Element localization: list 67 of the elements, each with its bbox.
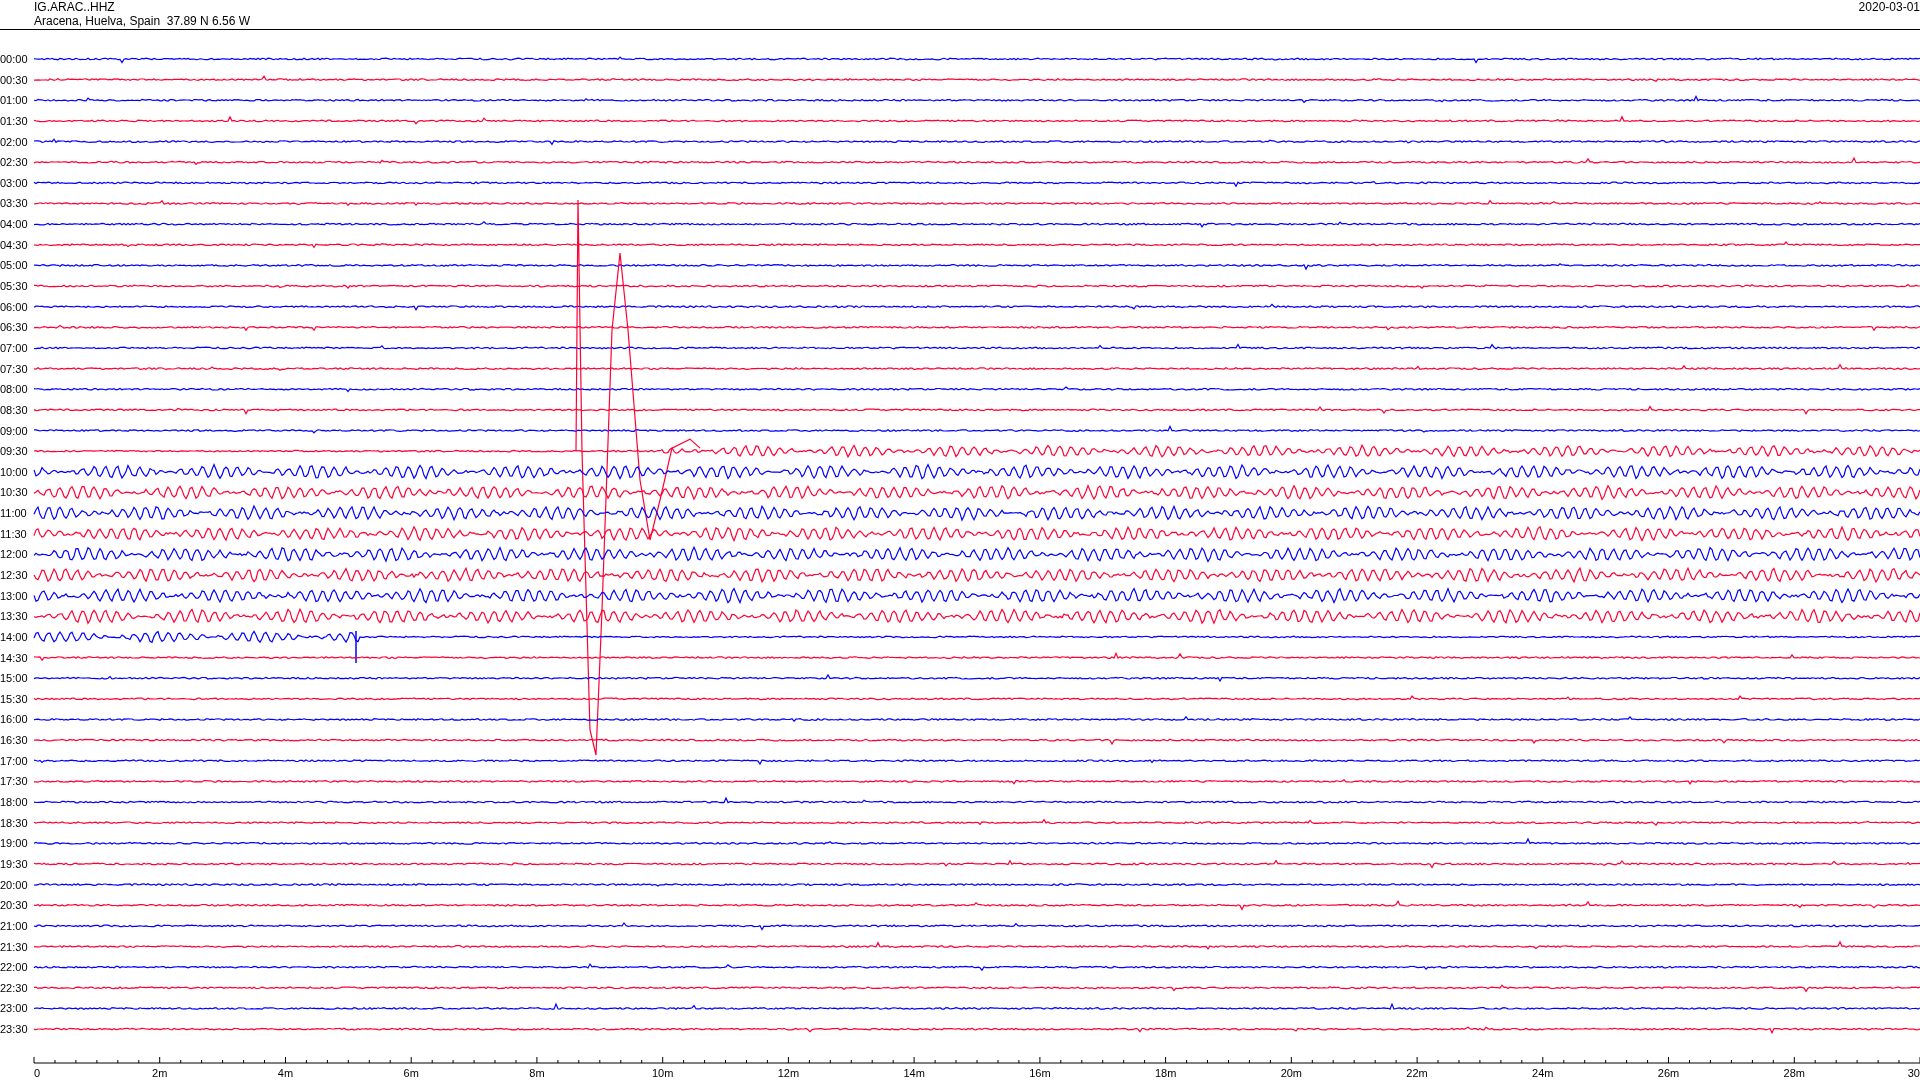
time-label: 14:00 [0, 630, 28, 643]
time-label: 23:00 [0, 1002, 28, 1015]
time-label: 15:00 [0, 672, 28, 685]
time-label: 21:30 [0, 940, 28, 953]
time-label: 08:30 [0, 403, 28, 416]
axis-label: 20m [1280, 1067, 1303, 1078]
time-label: 09:30 [0, 445, 28, 458]
time-label: 19:00 [0, 837, 28, 850]
axis-label: 0 [34, 1067, 41, 1078]
time-label: 18:30 [0, 816, 28, 829]
axis-label: 30 [1907, 1067, 1920, 1078]
time-label: 12:30 [0, 569, 28, 581]
time-label: 00:00 [0, 53, 28, 65]
axis-label: 22m [1406, 1067, 1428, 1078]
axis-label: 14m [903, 1067, 925, 1078]
time-label: 16:00 [0, 713, 28, 726]
plot-date: 2020-03-01 [1858, 0, 1920, 14]
time-label: 21:00 [0, 919, 28, 932]
time-label: 00:30 [0, 73, 28, 86]
axis-label: 16m [1029, 1067, 1051, 1078]
time-label: 11:30 [0, 527, 27, 540]
time-label: 02:00 [0, 135, 28, 148]
time-label: 10:30 [0, 486, 28, 499]
axis-label: 10m [651, 1067, 674, 1078]
axis-label: 28m [1783, 1067, 1805, 1078]
station-location: Aracena, Huelva, Spain 37.89 N 6.56 W [34, 14, 251, 28]
time-label: 03:00 [0, 176, 28, 189]
time-label: 22:30 [0, 981, 28, 994]
axis-label: 24m [1532, 1067, 1554, 1078]
time-label: 23:30 [0, 1023, 28, 1036]
time-label: 01:00 [0, 94, 28, 107]
time-label: 17:00 [0, 754, 28, 767]
time-label: 20:00 [0, 878, 28, 891]
time-label: 07:00 [0, 341, 28, 354]
axis-label: 12m [777, 1067, 800, 1078]
time-label: 19:30 [0, 857, 28, 870]
axis-label: 8m [529, 1067, 545, 1078]
time-label: 04:00 [0, 218, 28, 231]
time-label: 12:00 [0, 548, 28, 561]
time-label: 10:00 [0, 465, 28, 478]
time-label: 16:30 [0, 734, 28, 747]
station-code: IG.ARAC..HHZ [34, 0, 116, 14]
time-label: 18:00 [0, 796, 28, 809]
time-label: 15:30 [0, 692, 28, 705]
time-label: 14:30 [0, 651, 28, 664]
time-label: 09:00 [0, 424, 28, 437]
time-label: 20:30 [0, 899, 28, 912]
time-label: 13:30 [0, 610, 28, 623]
time-label: 03:30 [0, 197, 28, 210]
time-label: 22:00 [0, 961, 28, 974]
axis-label: 2m [152, 1067, 168, 1078]
time-label: 11:00 [0, 507, 27, 520]
axis-label: 4m [277, 1067, 294, 1078]
time-label: 05:00 [0, 259, 28, 272]
time-label: 06:30 [0, 321, 28, 334]
time-label: 13:00 [0, 589, 28, 602]
time-label: 06:00 [0, 300, 28, 313]
time-label: 08:00 [0, 383, 28, 396]
time-label: 17:30 [0, 775, 28, 788]
time-label: 07:30 [0, 362, 28, 375]
time-label: 05:30 [0, 280, 28, 293]
axis-label: 26m [1657, 1067, 1680, 1078]
axis-label: 6m [403, 1067, 419, 1078]
axis-label: 18m [1154, 1067, 1177, 1078]
time-label: 01:30 [0, 114, 28, 127]
time-label: 04:30 [0, 238, 28, 251]
time-label: 02:30 [0, 156, 28, 169]
